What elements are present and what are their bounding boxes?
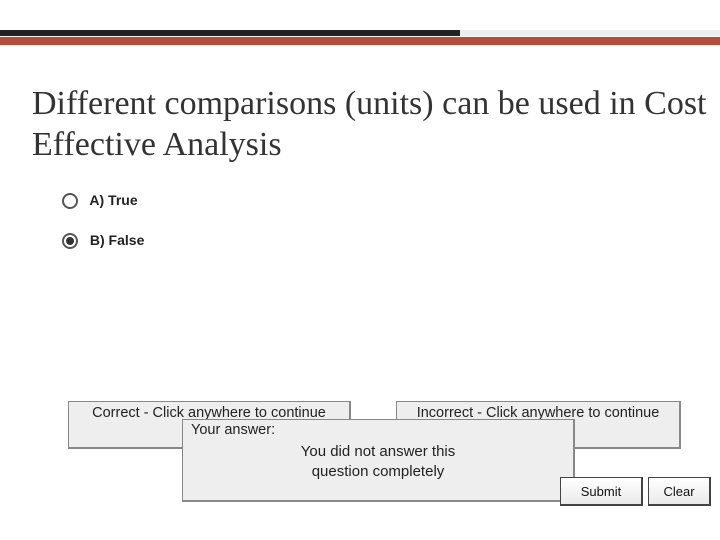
clear-button[interactable]: Clear — [648, 477, 711, 506]
feedback-incomplete[interactable]: Your answer: You did not answer this que… — [182, 419, 575, 502]
submit-button[interactable]: Submit — [560, 477, 643, 506]
header-stripe-black — [0, 30, 460, 36]
header-stripe-red — [0, 37, 720, 45]
feedback-incomplete-header: Your answer: — [183, 420, 573, 442]
option-a[interactable]: A) True — [62, 192, 138, 209]
slide: Different comparisons (units) can be use… — [0, 0, 720, 540]
option-b-label: B) False — [90, 232, 144, 248]
radio-icon[interactable] — [62, 233, 78, 249]
question-title-text: Different comparisons (units) can be use… — [32, 85, 707, 163]
option-b[interactable]: B) False — [62, 232, 144, 249]
option-a-label: A) True — [89, 192, 137, 208]
submit-button-label: Submit — [581, 484, 621, 499]
radio-icon[interactable] — [62, 193, 78, 209]
clear-button-label: Clear — [663, 484, 694, 499]
question-title: Different comparisons (units) can be use… — [32, 84, 720, 166]
header-stripe-black-gap — [460, 30, 720, 36]
feedback-incomplete-msg: You did not answer this question complet… — [183, 442, 573, 481]
